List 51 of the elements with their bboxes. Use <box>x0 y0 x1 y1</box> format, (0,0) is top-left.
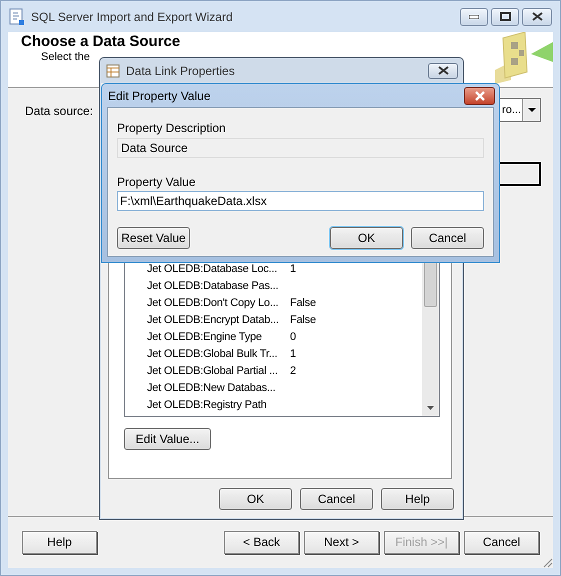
maximize-button[interactable] <box>491 8 519 26</box>
restore-icon <box>500 12 510 21</box>
wizard-app-icon <box>9 8 25 26</box>
dialog-button[interactable]: Cancel <box>300 488 373 510</box>
property-name[interactable]: Jet OLEDB:Global Partial ... <box>147 363 290 380</box>
dialog-button[interactable]: OK <box>219 488 292 510</box>
dialog-button[interactable]: Reset Value <box>117 227 190 249</box>
scroll-down-icon <box>427 406 434 410</box>
wizard-button[interactable]: Help <box>22 530 97 554</box>
close-icon <box>532 12 542 21</box>
property-value: False <box>290 313 316 328</box>
window-title: SQL Server Import and Export Wizard <box>31 8 233 26</box>
window-title: Data Link Properties <box>126 62 235 80</box>
wizard-button[interactable]: Cancel <box>464 530 539 554</box>
dialog-title: Edit Property Value <box>108 88 210 104</box>
dialog-button[interactable]: Help <box>381 488 454 510</box>
minimize-button[interactable] <box>460 8 488 26</box>
close-button[interactable] <box>428 62 458 78</box>
property-name[interactable]: Jet OLEDB:Registry Path <box>147 397 290 414</box>
header-title: Choose a Data Source <box>21 33 180 50</box>
header-subtitle: Select the <box>41 51 90 64</box>
close-icon <box>438 66 448 75</box>
property-value: 1 <box>290 262 296 278</box>
property-name[interactable]: Jet OLEDB:Database Loc... <box>147 261 290 278</box>
resize-grip-icon <box>541 556 553 568</box>
property-value: 1 <box>290 347 296 362</box>
value-label: Property Value <box>117 174 196 189</box>
description-field: Data Source <box>117 138 484 158</box>
property-name[interactable]: Jet OLEDB:New Databas... <box>147 380 290 397</box>
wizard-button[interactable]: < Back <box>224 530 299 554</box>
property-value: 2 <box>290 364 296 380</box>
close-button[interactable] <box>464 86 495 104</box>
close-button[interactable] <box>522 8 552 26</box>
dropdown-arrow-icon <box>528 108 536 112</box>
minimize-icon <box>469 14 479 18</box>
property-value: False <box>290 296 316 312</box>
dialog-button[interactable]: Cancel <box>411 227 484 249</box>
property-name[interactable]: Jet OLEDB:Don't Copy Lo... <box>147 295 290 312</box>
data-source-label: Data source: <box>25 103 94 120</box>
property-name[interactable]: Jet OLEDB:Global Bulk Tr... <box>147 346 290 363</box>
value-field[interactable]: F:\xml\EarthquakeData.xlsx <box>117 191 484 211</box>
wizard-button[interactable]: Next > <box>304 530 379 554</box>
edit-value-button[interactable]: Edit Value... <box>124 428 211 450</box>
property-name[interactable]: Jet OLEDB:Encrypt Datab... <box>147 312 290 329</box>
data-link-icon <box>106 64 120 78</box>
description-label: Property Description <box>117 120 227 135</box>
property-name[interactable]: Jet OLEDB:Database Pas... <box>147 278 290 295</box>
close-icon <box>474 90 486 100</box>
dialog-button[interactable]: OK <box>330 227 403 249</box>
property-name[interactable]: Jet OLEDB:Engine Type <box>147 329 290 346</box>
property-value: 0 <box>290 330 296 346</box>
